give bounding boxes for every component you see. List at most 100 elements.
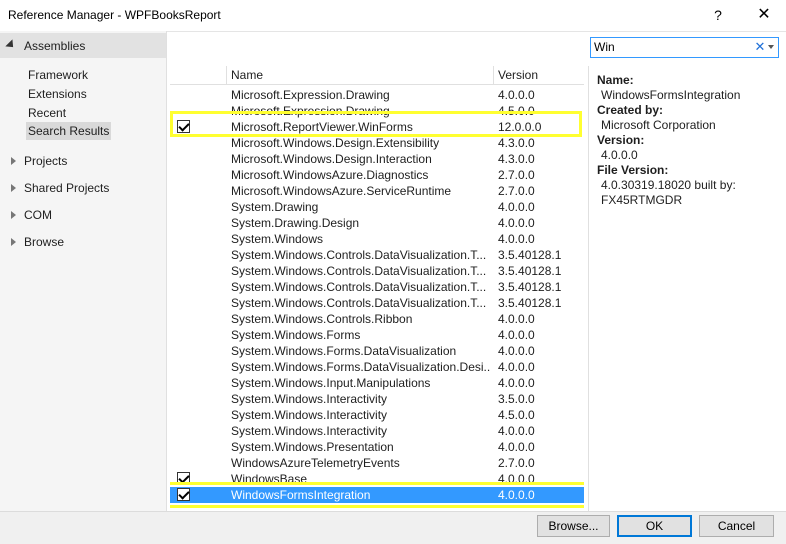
assembly-list[interactable]: Name Version Microsoft.Expression.Drawin… [170,66,584,511]
table-row[interactable]: System.Windows.Forms.DataVisualization 4.… [170,343,584,359]
sidebar-group-shared-projects[interactable]: Shared Projects [0,178,166,198]
expanded-arrow-icon [5,39,17,51]
column-header-version[interactable]: Version [494,66,584,84]
table-row[interactable]: System.Windows.Controls.Ribbon 4.0.0.0 [170,311,584,327]
row-checkbox[interactable] [177,216,190,229]
row-checkbox[interactable] [177,360,190,373]
row-version: 3.5.40128.1 [498,296,562,310]
row-checkbox[interactable] [177,136,190,149]
row-checkbox[interactable] [177,200,190,213]
search-box[interactable]: ✕ [590,37,779,58]
row-checkbox[interactable] [177,376,190,389]
row-checkbox[interactable] [177,120,190,133]
table-row[interactable]: System.Windows.Interactivity 4.0.0.0 [170,423,584,439]
detail-created-label: Created by: [597,103,664,117]
row-version: 3.5.40128.1 [498,264,562,278]
row-version: 4.3.0.0 [498,152,535,166]
close-icon[interactable]: ✕ [752,3,776,27]
cancel-button[interactable]: Cancel [699,515,774,537]
detail-version-label: Version: [597,133,645,147]
row-name: System.Windows.Input.Manipulations [231,376,431,390]
row-checkbox[interactable] [177,440,190,453]
row-checkbox[interactable] [177,88,190,101]
row-name: WindowsAzureTelemetryEvents [231,456,400,470]
table-row[interactable]: WindowsAzureTelemetryEvents 2.7.0.0 [170,455,584,471]
row-name: System.Windows.Interactivity [231,424,388,438]
row-checkbox[interactable] [177,488,190,501]
sidebar-item-search-results[interactable]: Search Results [26,122,112,140]
sidebar-item-extensions[interactable]: Extensions [26,85,89,103]
row-checkbox[interactable] [177,472,190,485]
table-row[interactable]: Microsoft.WindowsAzure.Diagnostics 2.7.0.… [170,167,584,183]
row-version: 4.0.0.0 [498,488,535,502]
row-name: Microsoft.ReportViewer.WinForms [231,120,413,134]
sidebar-group-projects[interactable]: Projects [0,151,166,171]
table-row[interactable]: System.Windows.Input.Manipulations 4.0.0.… [170,375,584,391]
row-name: System.Windows.Interactivity [231,392,388,406]
sidebar-item-framework[interactable]: Framework [26,66,90,84]
row-name: Microsoft.WindowsAzure.Diagnostics [231,168,429,182]
column-header-check[interactable] [170,66,227,84]
row-checkbox[interactable] [177,264,190,277]
sidebar: Assemblies Framework Extensions Recent S… [0,31,167,511]
table-row[interactable]: WindowsFormsIntegration 4.0.0.0 [170,487,584,503]
table-row[interactable]: System.Windows.Forms 4.0.0.0 [170,327,584,343]
row-checkbox[interactable] [177,456,190,469]
table-row[interactable]: Microsoft.WindowsAzure.ServiceRuntime 2.7… [170,183,584,199]
row-checkbox[interactable] [177,280,190,293]
row-checkbox[interactable] [177,392,190,405]
collapsed-arrow-icon [11,211,16,219]
row-version: 4.0.0.0 [498,376,535,390]
table-row[interactable]: System.Drawing.Design 4.0.0.0 [170,215,584,231]
sidebar-group-browse[interactable]: Browse [0,232,166,252]
table-row[interactable]: System.Windows.Controls.DataVisualizatio… [170,263,584,279]
column-header-name[interactable]: Name [227,66,494,84]
table-row[interactable]: System.Windows.Controls.DataVisualizatio… [170,279,584,295]
table-row[interactable]: System.Windows.Interactivity 4.5.0.0 [170,407,584,423]
help-icon[interactable]: ? [706,3,730,27]
row-checkbox[interactable] [177,296,190,309]
row-name: System.Windows.Forms.DataVisualization.D… [231,360,491,374]
row-checkbox[interactable] [177,232,190,245]
table-row[interactable]: System.Windows 4.0.0.0 [170,231,584,247]
row-checkbox[interactable] [177,408,190,421]
row-name: System.Windows.Controls.DataVisualizatio… [231,264,487,278]
ok-button[interactable]: OK [617,515,692,537]
row-checkbox[interactable] [177,312,190,325]
row-checkbox[interactable] [177,104,190,117]
sidebar-group-assemblies[interactable]: Assemblies [0,33,166,58]
clear-search-icon[interactable]: ✕ [753,39,767,55]
row-checkbox[interactable] [177,184,190,197]
table-row[interactable]: Microsoft.Expression.Drawing 4.0.0.0 [170,87,584,103]
row-name: System.Windows.Controls.DataVisualizatio… [231,296,487,310]
row-name: Microsoft.WindowsAzure.ServiceRuntime [231,184,452,198]
table-row[interactable]: System.Windows.Forms.DataVisualization.D… [170,359,584,375]
row-version: 2.7.0.0 [498,168,535,182]
table-row[interactable]: Microsoft.Expression.Drawing 4.5.0.0 [170,103,584,119]
table-row[interactable]: System.Windows.Controls.DataVisualizatio… [170,295,584,311]
table-row[interactable]: System.Windows.Presentation 4.0.0.0 [170,439,584,455]
row-version: 4.0.0.0 [498,200,535,214]
row-checkbox[interactable] [177,248,190,261]
table-row[interactable]: Microsoft.Windows.Design.Extensibility 4.… [170,135,584,151]
table-row[interactable]: System.Drawing 4.0.0.0 [170,199,584,215]
row-checkbox[interactable] [177,424,190,437]
sidebar-group-com[interactable]: COM [0,205,166,225]
sidebar-item-recent[interactable]: Recent [26,104,68,122]
browse-button[interactable]: Browse... [537,515,610,537]
table-row[interactable]: System.Windows.Controls.DataVisualizatio… [170,247,584,263]
row-version: 3.5.40128.1 [498,248,562,262]
row-name: System.Windows.Controls.DataVisualizatio… [231,248,487,262]
row-version: 4.0.0.0 [498,440,535,454]
row-checkbox[interactable] [177,152,190,165]
row-checkbox[interactable] [177,168,190,181]
table-row[interactable]: Microsoft.Windows.Design.Interaction 4.3.… [170,151,584,167]
row-checkbox[interactable] [177,328,190,341]
table-row[interactable]: Microsoft.ReportViewer.WinForms 12.0.0.0 [170,119,584,135]
table-row[interactable]: WindowsBase 4.0.0.0 [170,471,584,487]
table-row[interactable]: System.Windows.Interactivity 3.5.0.0 [170,391,584,407]
search-input[interactable] [594,39,744,55]
search-dropdown-icon[interactable] [768,45,774,49]
row-checkbox[interactable] [177,344,190,357]
row-version: 4.0.0.0 [498,472,535,486]
